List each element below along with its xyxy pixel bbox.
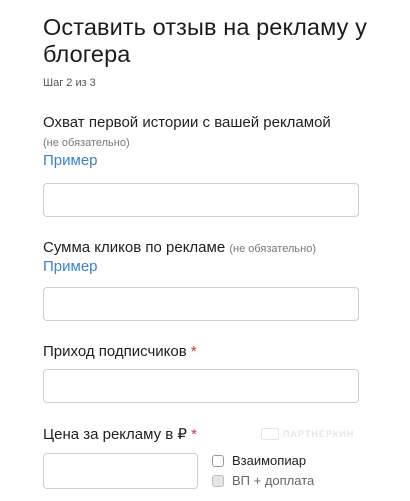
- reach-label-text: Охват первой истории с вашей рекламой: [43, 114, 331, 131]
- watermark-text: ПАРТНЕРКИН: [283, 429, 355, 439]
- subscribers-label-text: Приход подписчиков: [43, 343, 187, 360]
- watermark: ПАРТНЕРКИН: [261, 428, 354, 440]
- subscribers-label: Приход подписчиков *: [43, 342, 197, 361]
- reach-label: Охват первой истории с вашей рекламой (н…: [43, 113, 343, 153]
- mutual-pr-checkbox[interactable]: [212, 454, 224, 467]
- mutual-pr-label: Взаимопиар: [232, 453, 307, 468]
- reach-input[interactable]: [43, 183, 359, 217]
- page-title: Оставить отзыв на рекламу у блогера: [43, 14, 367, 67]
- price-input[interactable]: [43, 453, 198, 489]
- clicks-optional-note: (не обязательно): [229, 243, 316, 255]
- step-indicator: Шаг 2 из 3: [43, 77, 96, 89]
- option-mutual-pr[interactable]: Взаимопиар: [212, 453, 306, 468]
- mutual-pr-plus-payment-label: ВП + доплата: [232, 473, 315, 488]
- required-mark: *: [190, 343, 197, 360]
- subscribers-input[interactable]: [43, 369, 359, 403]
- mutual-pr-plus-payment-checkbox[interactable]: [212, 474, 224, 487]
- required-mark: *: [191, 426, 197, 443]
- clicks-label: Сумма кликов по рекламе (не обязательно): [43, 238, 373, 259]
- watermark-logo-icon: [261, 428, 279, 440]
- option-mutual-pr-plus-payment[interactable]: ВП + доплата: [212, 473, 314, 488]
- price-label: Цена за рекламу в ₽ *: [43, 425, 197, 444]
- clicks-input[interactable]: [43, 287, 359, 321]
- reach-example-link[interactable]: Пример: [43, 152, 98, 169]
- price-label-text: Цена за рекламу в ₽: [43, 426, 187, 443]
- reach-optional-note: (не обязательно): [43, 137, 130, 149]
- clicks-example-link[interactable]: Пример: [43, 258, 98, 275]
- clicks-label-text: Сумма кликов по рекламе: [43, 239, 226, 256]
